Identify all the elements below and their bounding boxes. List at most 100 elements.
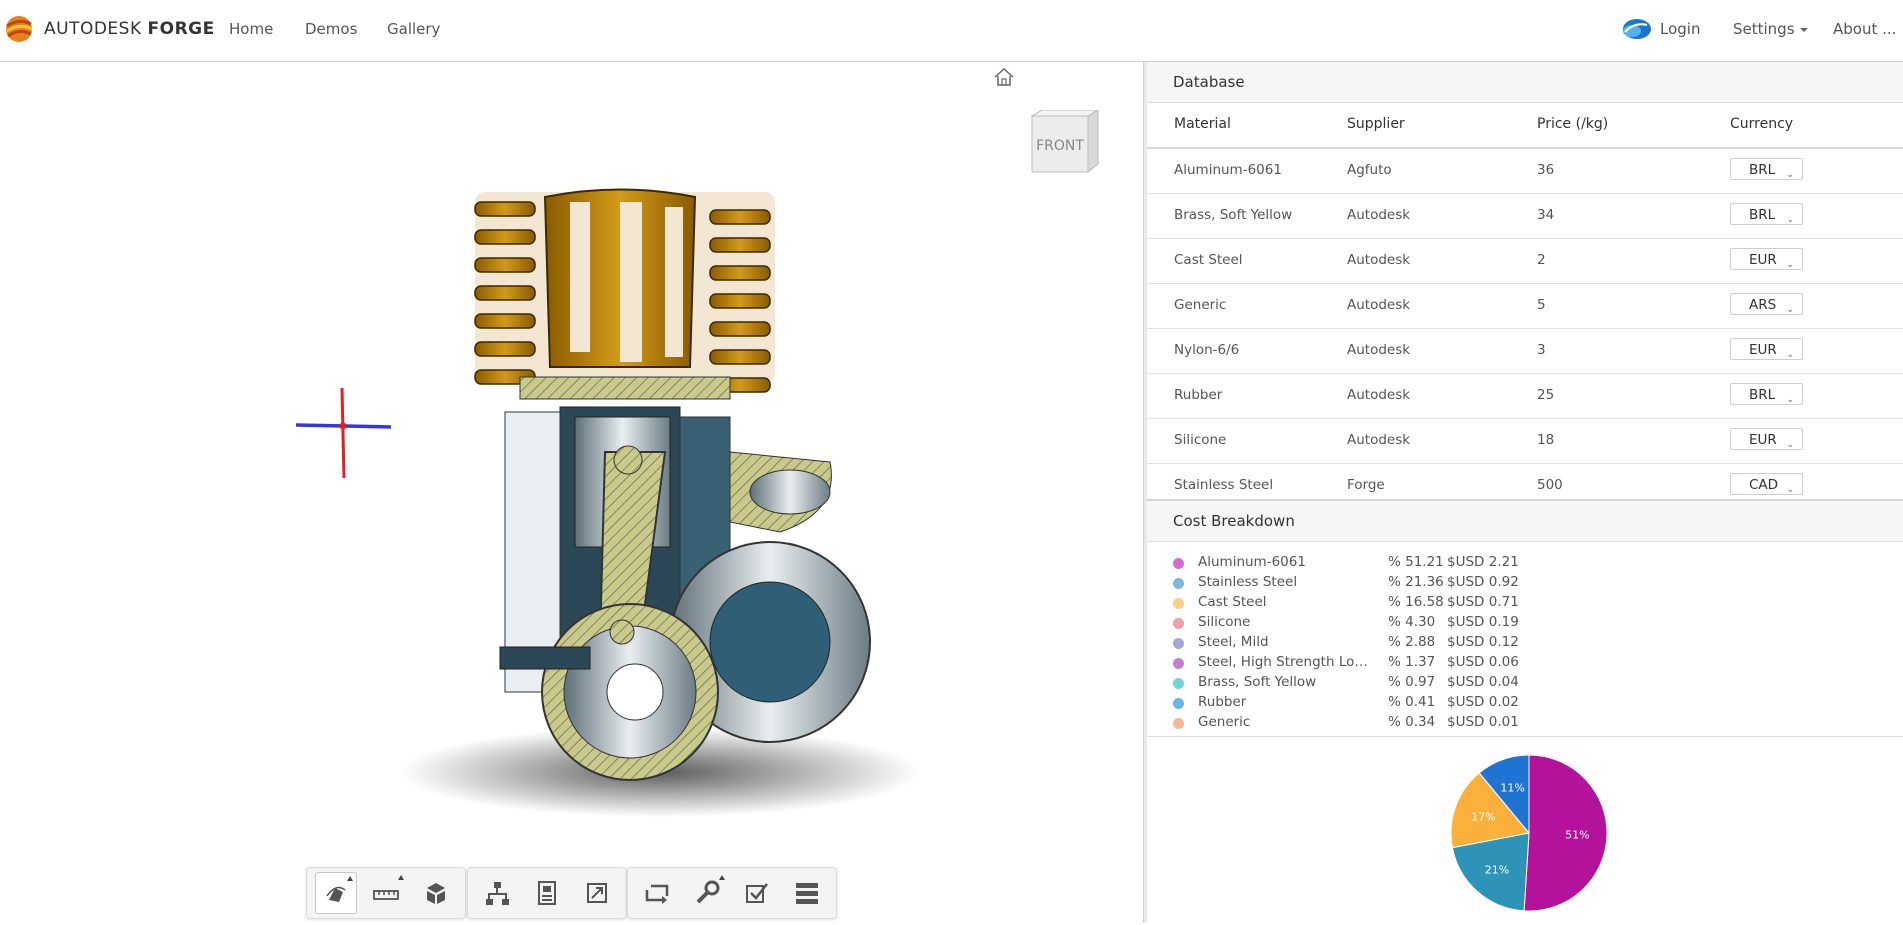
nav-home[interactable]: Home	[229, 20, 273, 38]
nav-gallery[interactable]: Gallery	[387, 20, 440, 38]
chevron-down-icon: ⌄	[1786, 440, 1794, 450]
legend-item: Rubber % 0.41 $USD 0.02	[1173, 693, 1573, 713]
section-button[interactable]	[636, 872, 678, 914]
layers-button[interactable]	[786, 872, 828, 914]
currency-select[interactable]: BRL ⌄	[1730, 383, 1803, 405]
legend-item: Generic % 0.34 $USD 0.01	[1173, 713, 1573, 733]
cost-breakdown-heading: Cost Breakdown	[1147, 501, 1903, 542]
cell-supplier: Autodesk	[1347, 432, 1411, 448]
currency-value: ARS	[1749, 297, 1777, 313]
chevron-down-icon: ⌄	[1786, 215, 1794, 225]
home-icon[interactable]	[993, 67, 1015, 87]
measure-icon	[373, 890, 399, 900]
legend-swatch	[1173, 698, 1184, 709]
section-icon	[645, 884, 669, 904]
cell-price: 18	[1537, 432, 1555, 448]
brand[interactable]: AUTODESK FORGE	[4, 14, 215, 44]
cell-supplier: Autodesk	[1347, 387, 1411, 403]
properties-icon	[538, 881, 556, 905]
settings-wrench-icon	[696, 880, 720, 904]
currency-value: EUR	[1749, 432, 1777, 448]
nav-about[interactable]: About ...	[1833, 20, 1896, 38]
table-row[interactable]: Brass, Soft Yellow Autodesk 34 BRL ⌄	[1147, 194, 1903, 239]
toolbar-navigation-group	[306, 867, 466, 919]
legend-percent: % 1.37	[1388, 654, 1436, 670]
currency-value: EUR	[1749, 252, 1777, 268]
cell-supplier: Autodesk	[1347, 297, 1411, 313]
col-supplier: Supplier	[1347, 116, 1405, 132]
toolbar-model-group	[467, 867, 627, 919]
checklist-icon	[746, 883, 768, 903]
legend-percent: % 0.34	[1388, 714, 1436, 730]
currency-value: BRL	[1749, 162, 1776, 178]
submenu-indicator-icon	[719, 875, 725, 880]
currency-select[interactable]: BRL ⌄	[1730, 158, 1803, 180]
cell-supplier: Forge	[1347, 477, 1385, 493]
fullscreen-button[interactable]	[576, 872, 618, 914]
nav-demos[interactable]: Demos	[305, 20, 357, 38]
currency-select[interactable]: CAD ⌄	[1730, 473, 1803, 495]
legend-cost: $USD 2.21	[1447, 554, 1519, 570]
login-button[interactable]: Login	[1620, 16, 1700, 42]
model-browser-button[interactable]	[476, 872, 518, 914]
table-row[interactable]: Generic Autodesk 5 ARS ⌄	[1147, 284, 1903, 329]
cell-material: Stainless Steel	[1174, 477, 1274, 493]
chevron-down-icon: ⌄	[1786, 305, 1794, 315]
model-browser-icon	[486, 882, 509, 905]
settings-dropdown[interactable]: Settings	[1733, 20, 1808, 38]
table-row[interactable]: Cast Steel Autodesk 2 EUR ⌄	[1147, 239, 1903, 284]
currency-select[interactable]: EUR ⌄	[1730, 428, 1803, 450]
cell-price: 2	[1537, 252, 1546, 268]
wrench-button[interactable]	[686, 872, 728, 914]
legend-percent: % 21.36	[1388, 574, 1444, 590]
table-row[interactable]: Stainless Steel Forge 500 CAD ⌄	[1147, 464, 1903, 499]
table-row[interactable]: Rubber Autodesk 25 BRL ⌄	[1147, 374, 1903, 419]
measure-button[interactable]	[365, 872, 407, 914]
legend-material: Aluminum-6061	[1198, 554, 1306, 570]
a360-cloud-icon	[1623, 19, 1651, 39]
legend-cost: $USD 0.12	[1447, 634, 1519, 650]
legend-swatch	[1173, 598, 1184, 609]
explode-button[interactable]	[415, 872, 457, 914]
table-row[interactable]: Silicone Autodesk 18 EUR ⌄	[1147, 419, 1903, 464]
cell-material: Nylon-6/6	[1174, 342, 1240, 358]
database-table: Material Supplier Price (/kg) Currency A…	[1147, 103, 1903, 499]
properties-button[interactable]	[526, 872, 568, 914]
legend-item: Steel, Mild % 2.88 $USD 0.12	[1173, 633, 1573, 653]
legend-percent: % 51.21	[1388, 554, 1444, 570]
pie-slice-label: 21%	[1485, 863, 1509, 876]
currency-select[interactable]: EUR ⌄	[1730, 248, 1803, 270]
legend-item: Stainless Steel % 21.36 $USD 0.92	[1173, 573, 1573, 593]
cell-supplier: Autodesk	[1347, 342, 1411, 358]
legend-swatch	[1173, 678, 1184, 689]
orbit-button[interactable]	[315, 872, 357, 914]
table-row[interactable]: Aluminum-6061 Agfuto 36 BRL ⌄	[1147, 149, 1903, 194]
legend-material: Brass, Soft Yellow	[1198, 674, 1317, 690]
table-row[interactable]: Nylon-6/6 Autodesk 3 EUR ⌄	[1147, 329, 1903, 374]
pie-slice-label: 17%	[1471, 811, 1495, 824]
legend-percent: % 4.30	[1388, 614, 1436, 630]
cell-supplier: Autodesk	[1347, 252, 1411, 268]
currency-select[interactable]: EUR ⌄	[1730, 338, 1803, 360]
legend-cost: $USD 0.19	[1447, 614, 1519, 630]
cell-material: Aluminum-6061	[1174, 162, 1282, 178]
legend-item: Cast Steel % 16.58 $USD 0.71	[1173, 593, 1573, 613]
legend-cost: $USD 0.01	[1447, 714, 1519, 730]
viewcube[interactable]: FRONT	[1030, 109, 1100, 178]
forge-viewer[interactable]: FRONT	[0, 62, 1143, 923]
chevron-down-icon: ⌄	[1786, 170, 1794, 180]
currency-select[interactable]: BRL ⌄	[1730, 203, 1803, 225]
legend-percent: % 0.97	[1388, 674, 1436, 690]
checklist-button[interactable]	[736, 872, 778, 914]
legend-item: Steel, High Strength Low ... % 1.37 $USD 0…	[1173, 653, 1573, 673]
cell-price: 3	[1537, 342, 1546, 358]
chevron-down-icon: ⌄	[1786, 485, 1794, 495]
orbit-icon	[326, 886, 346, 902]
engine-3d-model[interactable]	[360, 122, 960, 822]
submenu-indicator-icon	[347, 876, 353, 881]
fullscreen-icon	[587, 883, 607, 903]
legend-cost: $USD 0.04	[1447, 674, 1519, 690]
currency-select[interactable]: ARS ⌄	[1730, 293, 1803, 315]
legend-cost: $USD 0.06	[1447, 654, 1519, 670]
legend-cost: $USD 0.92	[1447, 574, 1519, 590]
